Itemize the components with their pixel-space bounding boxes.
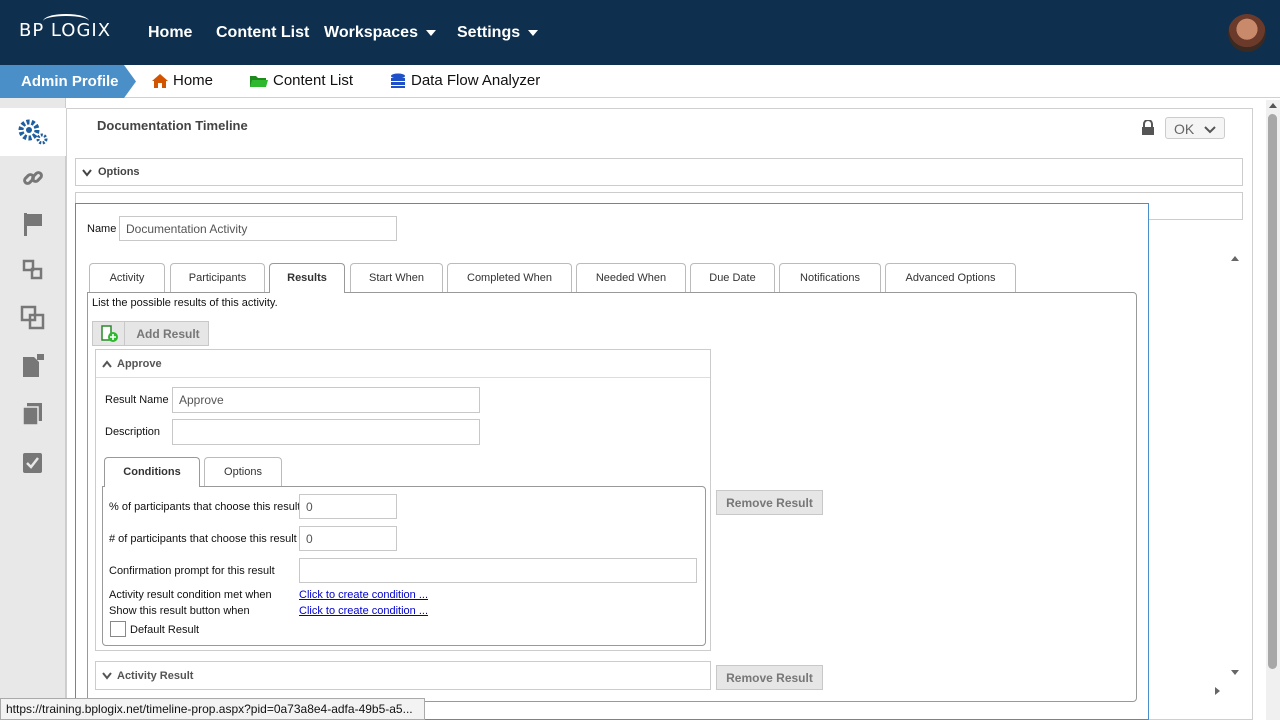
name-input[interactable]: Documentation Activity bbox=[119, 216, 397, 241]
result-approve-section: Approve Result Name Approve Description … bbox=[95, 349, 711, 651]
top-nav-bar: BP LOGIX Home Content List Workspaces Se… bbox=[0, 0, 1280, 65]
tab-needed-when[interactable]: Needed When bbox=[576, 263, 686, 292]
conditions-panel: % of participants that choose this resul… bbox=[102, 486, 706, 646]
page-title: Documentation Timeline bbox=[97, 118, 248, 133]
nav-home[interactable]: Home bbox=[148, 24, 192, 42]
results-description: List the possible results of this activi… bbox=[92, 297, 278, 309]
show-button-label: Show this result button when bbox=[109, 605, 250, 617]
bp-logix-logo[interactable]: BP LOGIX bbox=[19, 14, 111, 41]
scroll-down-icon[interactable] bbox=[1229, 669, 1241, 677]
sidebar-item-workflow[interactable] bbox=[0, 246, 66, 294]
result-activity-section[interactable]: Activity Result bbox=[95, 661, 711, 690]
remove-result-button[interactable]: Remove Result bbox=[716, 665, 823, 690]
tab-due-date[interactable]: Due Date bbox=[690, 263, 775, 292]
sidebar-item-layers[interactable] bbox=[0, 294, 66, 342]
condition-met-label: Activity result condition met when bbox=[109, 589, 272, 601]
chevron-down-icon bbox=[102, 672, 112, 680]
flag-icon bbox=[24, 213, 42, 236]
tab-advanced-options[interactable]: Advanced Options bbox=[885, 263, 1016, 292]
sidebar-item-tasks[interactable] bbox=[0, 438, 66, 486]
logo-arc-icon bbox=[43, 14, 89, 28]
locked-document-icon bbox=[23, 354, 44, 377]
nav-settings[interactable]: Settings bbox=[457, 24, 539, 42]
gears-icon bbox=[18, 119, 48, 145]
tab-activity[interactable]: Activity bbox=[89, 263, 165, 292]
results-tab-panel: List the possible results of this activi… bbox=[87, 292, 1137, 702]
sidebar-item-copy[interactable] bbox=[0, 390, 66, 438]
activity-dialog: Name Documentation Activity Activity Par… bbox=[75, 203, 1149, 720]
copy-icon bbox=[22, 403, 42, 426]
num-participants-label: # of participants that choose this resul… bbox=[109, 533, 297, 545]
add-document-icon bbox=[93, 322, 125, 345]
sidebar-item-settings[interactable] bbox=[0, 108, 66, 156]
subtab-conditions[interactable]: Conditions bbox=[104, 457, 200, 487]
scroll-up-icon[interactable] bbox=[1229, 254, 1241, 262]
tab-participants[interactable]: Participants bbox=[170, 263, 265, 292]
scroll-right-icon[interactable] bbox=[1214, 685, 1222, 697]
crumb-home[interactable]: Home bbox=[151, 72, 213, 89]
sidebar-item-flag[interactable] bbox=[0, 200, 66, 248]
page-scrollbar-thumb[interactable] bbox=[1268, 114, 1277, 669]
add-result-button[interactable]: Add Result bbox=[92, 321, 209, 346]
user-avatar[interactable] bbox=[1228, 14, 1266, 52]
admin-profile-tab[interactable]: Admin Profile bbox=[0, 65, 136, 98]
subtab-options[interactable]: Options bbox=[204, 457, 282, 486]
workflow-icon bbox=[22, 259, 43, 280]
confirm-prompt-label: Confirmation prompt for this result bbox=[109, 565, 275, 577]
home-icon bbox=[152, 73, 168, 88]
remove-result-button[interactable]: Remove Result bbox=[716, 490, 823, 515]
pct-participants-input[interactable]: 0 bbox=[299, 494, 397, 519]
options-section-header[interactable]: Options bbox=[75, 158, 1243, 186]
chevron-down-icon bbox=[528, 29, 539, 36]
chevron-down-icon bbox=[425, 29, 436, 36]
chevron-up-icon bbox=[102, 360, 112, 368]
left-sidebar bbox=[0, 98, 66, 720]
pct-participants-label: % of participants that choose this resul… bbox=[109, 501, 301, 513]
tab-results[interactable]: Results bbox=[269, 263, 345, 293]
result-name-input[interactable]: Approve bbox=[172, 387, 480, 413]
chevron-down-icon bbox=[1204, 126, 1216, 134]
folder-icon bbox=[250, 75, 268, 87]
description-label: Description bbox=[105, 426, 161, 438]
result-name-label: Result Name bbox=[105, 394, 169, 406]
show-button-link[interactable]: Click to create condition ... bbox=[299, 605, 428, 617]
condition-met-link[interactable]: Click to create condition ... bbox=[299, 589, 428, 601]
scroll-up-icon[interactable] bbox=[1267, 101, 1279, 109]
tab-notifications[interactable]: Notifications bbox=[779, 263, 881, 292]
description-input[interactable] bbox=[172, 419, 480, 445]
crumb-data-flow-analyzer[interactable]: Data Flow Analyzer bbox=[389, 72, 540, 89]
confirm-prompt-input[interactable] bbox=[299, 558, 697, 583]
layers-icon bbox=[20, 305, 45, 330]
lock-icon[interactable] bbox=[1141, 119, 1155, 141]
link-icon bbox=[23, 171, 43, 185]
chevron-down-icon bbox=[82, 169, 92, 177]
default-result-checkbox[interactable] bbox=[110, 621, 126, 637]
checklist-icon bbox=[23, 453, 42, 473]
name-label: Name bbox=[87, 223, 117, 235]
breadcrumb-bar: Admin Profile Home Content List Data Flo… bbox=[0, 65, 1280, 98]
num-participants-input[interactable]: 0 bbox=[299, 526, 397, 551]
status-url-bar: https://training.bplogix.net/timeline-pr… bbox=[0, 698, 425, 720]
ok-button[interactable]: OK bbox=[1165, 117, 1225, 139]
tab-start-when[interactable]: Start When bbox=[350, 263, 443, 292]
result-approve-header[interactable]: Approve bbox=[96, 350, 710, 378]
default-result-label: Default Result bbox=[130, 624, 200, 636]
sidebar-item-links[interactable] bbox=[0, 154, 66, 202]
nav-content-list[interactable]: Content List bbox=[216, 24, 309, 42]
crumb-content-list[interactable]: Content List bbox=[249, 72, 353, 89]
nav-workspaces[interactable]: Workspaces bbox=[324, 24, 436, 42]
database-icon bbox=[391, 73, 405, 88]
sidebar-item-secure-doc[interactable] bbox=[0, 342, 66, 390]
tab-completed-when[interactable]: Completed When bbox=[447, 263, 572, 292]
